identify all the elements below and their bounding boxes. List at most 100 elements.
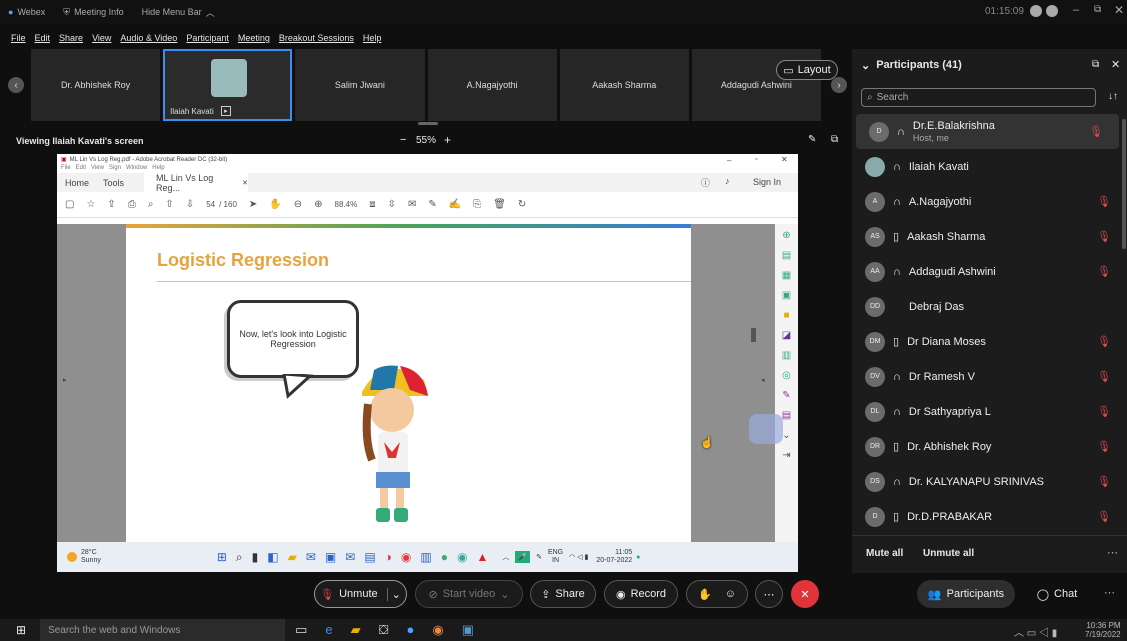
export-pdf-icon[interactable]: ▤ (782, 250, 791, 261)
page-up-icon[interactable]: ⇧ (165, 199, 173, 210)
store-icon[interactable]: ▣ (325, 550, 336, 565)
webex-icon[interactable]: ● (407, 622, 415, 638)
mic-muted-icon[interactable]: 🎙 (1097, 230, 1111, 243)
minimize-icon[interactable]: – (727, 156, 731, 165)
close-icon[interactable]: ✕ (242, 179, 248, 187)
raise-hand-icon[interactable]: ✋ (698, 588, 712, 601)
video-tile[interactable]: Salim Jiwani (295, 49, 425, 121)
participant-row[interactable]: DS ∩ Dr. KALYANAPU SRINIVAS 🎙 (852, 464, 1127, 499)
menu-view[interactable]: View (91, 165, 104, 173)
search-icon[interactable]: ⌕ (148, 199, 154, 210)
protect-icon[interactable]: ◎ (782, 370, 791, 381)
compress-icon[interactable]: ▥ (782, 350, 791, 361)
zoom-select[interactable]: 88.4% (335, 200, 358, 209)
video-tile[interactable]: Dr. Abhishek Roy (31, 49, 161, 121)
participants-button[interactable]: 👥 Participants (917, 580, 1015, 608)
close-icon[interactable]: ✕ (1114, 3, 1124, 17)
outlook-icon[interactable]: ✉ (345, 550, 355, 565)
chat-button[interactable]: ◯ Chat (1024, 580, 1090, 608)
participant-row[interactable]: DM ▯ Dr Diana Moses 🎙 (852, 324, 1127, 359)
mic-muted-icon[interactable]: 🎙 (1097, 335, 1111, 348)
video-tile[interactable]: Aakash Sharma (559, 49, 689, 121)
search-input[interactable]: ⌕ Search (861, 88, 1096, 107)
participant-row[interactable]: AS ▯ Aakash Sharma 🎙 (852, 219, 1127, 254)
print-icon[interactable]: ⎙ (128, 199, 136, 210)
more-icon[interactable]: ⋯ (1104, 586, 1115, 599)
restore-icon[interactable]: ⧉ (1094, 4, 1101, 15)
meeting-info-button[interactable]: ⛨ Meeting Info (63, 7, 123, 18)
fill-sign-icon[interactable]: ✎ (782, 390, 790, 401)
search-input[interactable]: Search the web and Windows (40, 619, 286, 641)
acrobat-icon[interactable]: ▲ (476, 550, 488, 565)
office-icon[interactable]: ◑ (385, 550, 392, 565)
popout-icon[interactable]: ⧉ (831, 134, 838, 145)
record-button[interactable]: ◉ Record (604, 580, 678, 608)
mute-all-button[interactable]: Mute all (866, 548, 903, 559)
video-tile-active[interactable]: Ilaiah Kavati ▸ (163, 49, 293, 121)
participant-row[interactable]: DR ▯ Dr. Abhishek Roy 🎙 (852, 429, 1127, 464)
star-icon[interactable]: ☆ (86, 199, 95, 210)
start-video-button[interactable]: ⊘ Start video ⌄ (415, 580, 523, 608)
mic-muted-icon[interactable]: 🎙 (1097, 405, 1111, 418)
restore-icon[interactable]: ▫ (755, 156, 757, 163)
send-icon[interactable]: ▤ (782, 410, 791, 421)
close-icon[interactable]: ✕ (1111, 58, 1120, 71)
chevron-down-icon[interactable]: ⌄ (386, 587, 401, 601)
layout-button[interactable]: ▭ Layout (776, 60, 838, 80)
chrome-icon[interactable]: ◉ (432, 622, 443, 638)
chrome-alt-icon[interactable]: ◉ (457, 550, 467, 565)
menu-meeting[interactable]: Meeting (238, 33, 270, 47)
menu-help[interactable]: Help (363, 33, 382, 47)
sign-in-button[interactable]: Sign In (753, 177, 781, 187)
search-icon[interactable]: ⌕ (236, 550, 243, 565)
tab-tools[interactable]: Tools (103, 178, 124, 188)
resize-handle[interactable] (418, 122, 438, 125)
zoom-out-icon[interactable]: ⊖ (294, 199, 302, 210)
tray-chevron-icon[interactable]: ︿ (502, 552, 509, 562)
close-icon[interactable]: ✕ (781, 155, 788, 164)
chrome-icon[interactable]: ◉ (401, 550, 411, 565)
avatar[interactable] (1046, 5, 1058, 17)
chevron-right-icon[interactable]: › (831, 77, 847, 93)
participant-row[interactable]: DV ∩ Dr Ramesh V 🎙 (852, 359, 1127, 394)
page-number-input[interactable]: 54 (206, 200, 215, 209)
zoom-in-button[interactable]: + (444, 133, 451, 147)
left-panel-toggle[interactable]: ▸ (63, 376, 67, 384)
more-options-button[interactable]: ⋯ (755, 580, 783, 608)
tab-document[interactable]: ML Lin Vs Log Reg... ✕ (144, 173, 249, 193)
pen-icon[interactable]: ✎ (428, 199, 436, 210)
mail-icon[interactable]: ✉ (306, 550, 316, 565)
bell-icon[interactable]: ♪ (725, 176, 730, 186)
document-area[interactable]: Logistic Regression Now, let's look into… (57, 224, 798, 542)
mic-muted-icon[interactable]: 🎙 (1097, 440, 1111, 453)
menu-breakout-sessions[interactable]: Breakout Sessions (279, 33, 354, 47)
mic-muted-icon[interactable]: 🎙 (1097, 475, 1111, 488)
windows-icon[interactable]: ⊞ (16, 623, 26, 637)
menu-edit[interactable]: Edit (76, 165, 86, 173)
combine-icon[interactable]: ◪ (782, 330, 791, 341)
cursor-icon[interactable]: ➤ (249, 199, 257, 210)
menu-share[interactable]: Share (59, 33, 83, 47)
chat-app-icon[interactable]: ● (441, 550, 448, 565)
hand-icon[interactable]: ✋ (269, 199, 281, 210)
taskview-icon[interactable]: ▮ (252, 550, 259, 565)
mic-muted-icon[interactable]: 🎙 (1089, 125, 1103, 138)
participant-row[interactable]: AA ∩ Addagudi Ashwini 🎙 (852, 254, 1127, 289)
mic-muted-icon[interactable]: 🎙 (1097, 370, 1111, 383)
fit-icon[interactable]: ⧈ (369, 199, 375, 210)
hide-menu-bar-button[interactable]: Hide Menu Bar ︿ (142, 6, 215, 19)
more-icon[interactable]: ⋯ (1107, 546, 1118, 559)
word-app-icon[interactable]: ▥ (420, 550, 431, 565)
organize-icon[interactable]: ▦ (782, 270, 791, 281)
popout-icon[interactable]: ⧉ (1092, 59, 1099, 70)
folder-icon[interactable]: ▰ (288, 550, 297, 565)
menu-edit[interactable]: Edit (35, 33, 51, 47)
tab-home[interactable]: Home (65, 178, 89, 188)
participant-row[interactable]: DD Debraj Das (852, 289, 1127, 324)
chevron-down-icon[interactable]: ⌄ (500, 588, 509, 601)
explorer-icon[interactable]: ▰ (351, 622, 361, 638)
emoji-icon[interactable]: ☺ (725, 588, 736, 600)
panel-scrollbar[interactable] (1122, 119, 1126, 249)
more-tools-icon[interactable]: ⌄ (782, 430, 790, 441)
panel-header[interactable]: ⌄ Participants (41) (861, 59, 962, 72)
